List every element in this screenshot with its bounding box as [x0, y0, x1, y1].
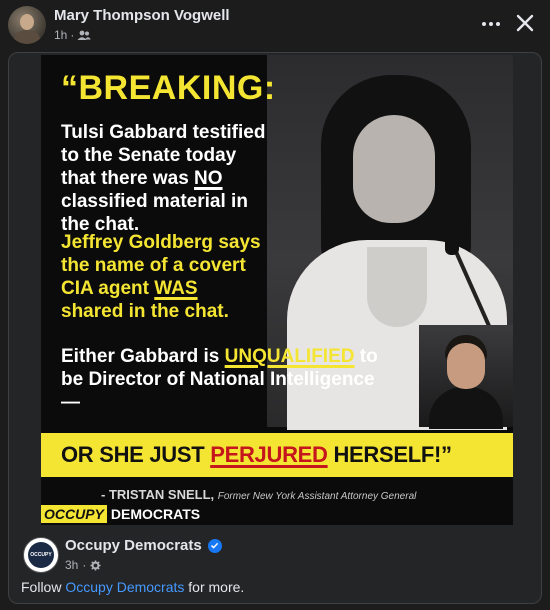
- photo-man-inset: [419, 325, 513, 429]
- text-block-2: Jeffrey Goldberg says the name of a cove…: [61, 232, 261, 322]
- author-avatar[interactable]: [8, 6, 46, 44]
- author-name[interactable]: Mary Thompson Vogwell: [54, 7, 230, 24]
- post-image[interactable]: “BREAKING: Tulsi Gabbard testified to th…: [41, 55, 513, 525]
- post-header: Mary Thompson Vogwell 1h ·: [0, 0, 550, 50]
- page-avatar[interactable]: OCCUPY: [23, 537, 59, 573]
- breaking-heading: “BREAKING:: [61, 69, 276, 107]
- microphone-icon: [445, 235, 459, 255]
- page-post-time[interactable]: 3h: [65, 558, 78, 572]
- post-time[interactable]: 1h: [54, 28, 67, 42]
- post-meta: 1h ·: [54, 28, 92, 42]
- shared-post-card: “BREAKING: Tulsi Gabbard testified to th…: [8, 52, 542, 604]
- follow-page-link[interactable]: Occupy Democrats: [65, 579, 184, 595]
- gear-icon: [90, 559, 101, 571]
- quote-attribution: - TRISTAN SNELL, Former New York Assista…: [101, 487, 417, 502]
- page-name[interactable]: Occupy Democrats: [65, 537, 202, 554]
- text-block-1: Tulsi Gabbard testified to the Senate to…: [61, 122, 266, 235]
- close-icon[interactable]: [512, 10, 538, 36]
- page-meta: 3h ·: [65, 558, 101, 572]
- follow-text: Follow Occupy Democrats for more.: [21, 579, 245, 595]
- text-block-3: Either Gabbard is UNQUALIFIED to be Dire…: [61, 346, 378, 413]
- occupy-democrats-logo: OCCUPY DEMOCRATS: [41, 505, 200, 523]
- more-dots-icon[interactable]: [478, 12, 504, 36]
- perjured-banner: OR SHE JUST PERJURED HERSELF!”: [41, 433, 513, 477]
- page-name-row: Occupy Democrats: [65, 537, 222, 554]
- friends-icon: [77, 30, 92, 40]
- verified-badge-icon: [207, 538, 222, 553]
